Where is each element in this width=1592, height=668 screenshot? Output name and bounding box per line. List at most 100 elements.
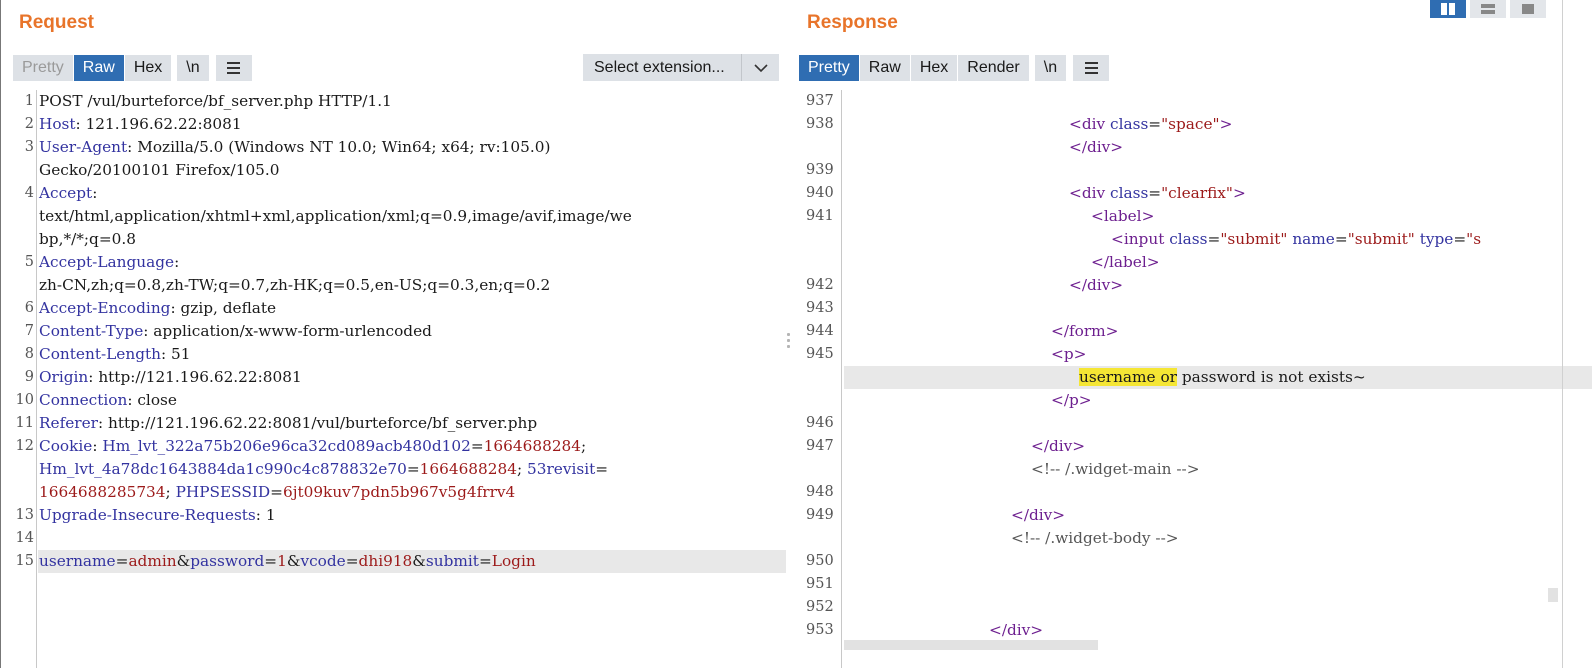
request-line-text: Referer: http://121.196.62.22:8081/vul/b… (39, 412, 537, 435)
request-code-line[interactable]: Gecko/20100101 Firefox/105.0 (1, 159, 787, 182)
response-code-line[interactable]: 951 (792, 573, 1592, 596)
request-code-line[interactable]: 2 Host: 121.196.62.22:8081 (1, 113, 787, 136)
response-tab-hex[interactable]: Hex (910, 54, 958, 81)
layout-single-button[interactable] (1510, 0, 1546, 18)
token: Connection (39, 391, 128, 409)
response-code-line[interactable]: 950 (792, 550, 1592, 573)
response-vertical-scrollbar[interactable] (1548, 588, 1558, 602)
token: Upgrade-Insecure-Requests (39, 506, 256, 524)
request-code-line[interactable]: 15 username=admin&password=1&vcode=dhi918… (16, 550, 787, 573)
request-code-line[interactable]: 5 Accept-Language: (1, 251, 787, 274)
response-code-line[interactable]: <input class="submit" name="submit" type… (792, 228, 1592, 251)
response-line-number: 943 (806, 300, 834, 316)
request-line-number: 11 (15, 415, 34, 431)
response-code-line[interactable]: </p> (792, 389, 1592, 412)
response-options-menu-button[interactable] (1073, 54, 1110, 81)
request-line-text: Accept-Encoding: gzip, deflate (39, 297, 276, 320)
token: <p> (1051, 345, 1087, 363)
request-code-line[interactable]: 7 Content-Type: application/x-www-form-ur… (1, 320, 787, 343)
token: Cookie (39, 437, 93, 455)
response-code-line[interactable]: 945 <p> (792, 343, 1592, 366)
response-code-line[interactable]: </div> (792, 136, 1592, 159)
response-code-line[interactable]: 952 (792, 596, 1592, 619)
request-code-line[interactable]: 13 Upgrade-Insecure-Requests: 1 (1, 504, 787, 527)
request-code-line[interactable]: text/html,application/xhtml+xml,applicat… (1, 205, 787, 228)
token: username (39, 552, 116, 570)
response-code-line[interactable]: 944 </form> (792, 320, 1592, 343)
response-line-text: <p> (1051, 343, 1086, 366)
response-tab-newline[interactable]: \n (1034, 54, 1067, 81)
token: Gecko/20100101 Firefox/105.0 (39, 161, 280, 179)
layout-side-by-side-button[interactable] (1430, 0, 1466, 18)
request-code-line[interactable]: 12 Cookie: Hm_lvt_322a75b206e96ca32cd089a… (1, 435, 787, 458)
response-code-line[interactable]: </label> (792, 251, 1592, 274)
response-horizontal-scrollbar[interactable] (844, 640, 1098, 650)
splitter-grip-icon[interactable] (787, 333, 791, 348)
response-code-line[interactable]: 946 (792, 412, 1592, 435)
request-code-line[interactable]: 6 Accept-Encoding: gzip, deflate (1, 297, 787, 320)
request-line-number: 14 (15, 530, 34, 546)
token: </div> (1069, 138, 1124, 156)
response-editor[interactable]: 937 938 <div class="space"> </div> 939 940 <di… (792, 90, 1592, 668)
request-code-line[interactable]: 11 Referer: http://121.196.62.22:8081/vul… (1, 412, 787, 435)
request-code-line[interactable]: 10 Connection: close (1, 389, 787, 412)
request-code-line[interactable]: 8 Content-Length: 51 (1, 343, 787, 366)
request-code-line[interactable]: 9 Origin: http://121.196.62.22:8081 (1, 366, 787, 389)
response-code-line[interactable]: 942 </div> (792, 274, 1592, 297)
request-code-line[interactable]: 14 (1, 527, 787, 550)
response-code-line[interactable]: 947 </div> (792, 435, 1592, 458)
response-view-tabs: Pretty Raw Hex Render \n (799, 54, 1110, 81)
request-tab-pretty[interactable]: Pretty (13, 54, 73, 81)
response-code-line[interactable]: <!-- /.widget-main --> (792, 458, 1592, 481)
response-code-line[interactable]: 953 </div> (792, 619, 1592, 642)
token: <!-- /.widget-main --> (1031, 460, 1200, 478)
pane-border (1562, 0, 1563, 668)
request-line-number: 13 (15, 507, 34, 523)
request-tab-newline[interactable]: \n (177, 54, 209, 81)
token: Accept-Language (39, 253, 175, 271)
request-code-line[interactable]: bp,*/*;q=0.8 (1, 228, 787, 251)
response-code-line[interactable]: 940 <div class="clearfix"> (792, 182, 1592, 205)
request-code-line[interactable]: 1664688285734; PHPSESSID=6jt09kuv7pdn5b9… (1, 481, 787, 504)
request-code-line[interactable]: zh-CN,zh;q=0.8,zh-TW;q=0.7,zh-HK;q=0.5,e… (1, 274, 787, 297)
layout-stacked-button[interactable] (1470, 0, 1506, 18)
token: "submit" (1347, 230, 1415, 248)
token: : http://121.196.62.22:8081 (88, 368, 302, 386)
response-code-line[interactable]: 941 <label> (792, 205, 1592, 228)
request-code-line[interactable]: 3 User-Agent: Mozilla/5.0 (Windows NT 10.… (1, 136, 787, 159)
token: Login (491, 552, 536, 570)
token: ; (581, 437, 587, 455)
token: : close (127, 391, 177, 409)
response-code-line[interactable]: <!-- /.widget-body --> (792, 527, 1592, 550)
request-code-line[interactable]: 1 POST /vul/burteforce/bf_server.php HTTP… (1, 90, 787, 113)
response-line-number: 940 (806, 185, 834, 201)
response-code-line[interactable]: 939 (792, 159, 1592, 182)
chevron-down-icon[interactable] (741, 54, 779, 81)
token: password is not exists~ (1176, 368, 1366, 386)
response-tab-pretty[interactable]: Pretty (799, 54, 859, 81)
request-code-line[interactable]: 4 Accept: (1, 182, 787, 205)
token: "clearfix" (1161, 184, 1233, 202)
response-code-line[interactable]: 948 (792, 481, 1592, 504)
request-tab-hex[interactable]: Hex (124, 54, 172, 81)
response-code-line[interactable]: 937 (792, 90, 1592, 113)
request-code-line[interactable]: Hm_lvt_4a78dc1643884da1c990c4c878832e70=… (1, 458, 787, 481)
request-line-text: Upgrade-Insecure-Requests: 1 (39, 504, 276, 527)
request-options-menu-button[interactable] (215, 54, 252, 81)
response-tab-render[interactable]: Render (958, 54, 1029, 81)
request-editor[interactable]: 1 POST /vul/burteforce/bf_server.php HTTP… (1, 90, 787, 668)
request-tab-raw[interactable]: Raw (73, 54, 124, 81)
response-code-line[interactable]: 943 (792, 297, 1592, 320)
response-code-line[interactable]: username or password is not exists~ (844, 366, 1592, 389)
token: type (1419, 230, 1454, 248)
response-tab-raw[interactable]: Raw (859, 54, 910, 81)
token: & (176, 552, 191, 570)
response-code-line[interactable]: 949 </div> (792, 504, 1592, 527)
token: Hm_lvt_322a75b206e96ca32cd089acb480d102 (102, 437, 471, 455)
token: : application/x-www-form-urlencoded (143, 322, 432, 340)
response-code-line[interactable]: 938 <div class="space"> (792, 113, 1592, 136)
columns-icon (1441, 3, 1455, 15)
response-line-number: 949 (806, 507, 834, 523)
select-extension-dropdown[interactable]: Select extension... (583, 54, 779, 81)
response-line-number: 942 (806, 277, 834, 293)
